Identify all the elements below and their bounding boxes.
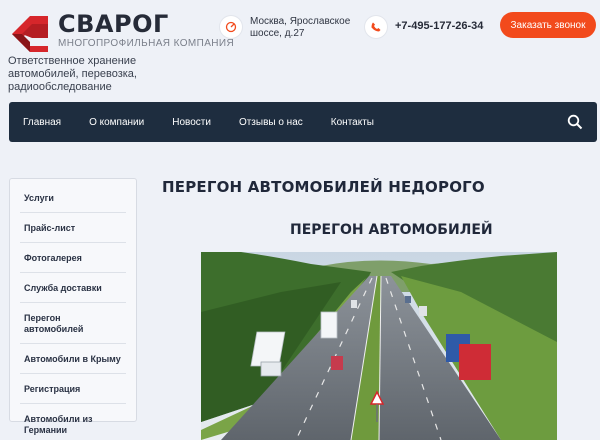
callback-button[interactable]: Заказать звонок bbox=[500, 12, 596, 38]
sidebar-item-delivery[interactable]: Служба доставки bbox=[20, 273, 126, 303]
phone-number[interactable]: +7-495-177-26-34 bbox=[395, 16, 483, 32]
nav-item-about[interactable]: О компании bbox=[89, 117, 144, 128]
nav-item-contacts[interactable]: Контакты bbox=[331, 117, 374, 128]
address-text: Москва, Ярославское шоссе, д.27 bbox=[250, 16, 351, 39]
sidebar-item-registration[interactable]: Регистрация bbox=[20, 374, 126, 404]
sidebar-item-price-list[interactable]: Прайс-лист bbox=[20, 213, 126, 243]
brand-name: СВАРОГ bbox=[58, 10, 169, 38]
page: СВАРОГ МНОГОПРОФИЛЬНАЯ КОМПАНИЯ Ответств… bbox=[0, 0, 600, 440]
page-title: ПЕРЕГОН АВТОМОБИЛЕЙ НЕДОРОГО bbox=[162, 178, 485, 196]
search-icon[interactable] bbox=[567, 114, 583, 130]
main-nav: Главная О компании Новости Отзывы о нас … bbox=[9, 102, 597, 142]
section-heading: ПЕРЕГОН АВТОМОБИЛЕЙ bbox=[290, 222, 493, 238]
sidebar-item-gallery[interactable]: Фотогалерея bbox=[20, 243, 126, 273]
nav-item-news[interactable]: Новости bbox=[172, 117, 211, 128]
location-icon bbox=[220, 16, 242, 38]
brand: СВАРОГ МНОГОПРОФИЛЬНАЯ КОМПАНИЯ bbox=[58, 10, 234, 50]
nav-item-reviews[interactable]: Отзывы о нас bbox=[239, 117, 303, 128]
tagline: Ответственное хранение автомобилей, пере… bbox=[8, 55, 137, 93]
sidebar-item-crimea[interactable]: Автомобили в Крыму bbox=[20, 344, 126, 374]
sidebar-menu: Услуги Прайс-лист Фотогалерея Служба дос… bbox=[9, 178, 137, 435]
sidebar-item-car-transfer[interactable]: Перегон автомобилей bbox=[20, 303, 126, 344]
header: СВАРОГ МНОГОПРОФИЛЬНАЯ КОМПАНИЯ Ответств… bbox=[0, 0, 600, 100]
address-block: Москва, Ярославское шоссе, д.27 bbox=[220, 16, 360, 40]
phone-icon bbox=[365, 16, 387, 38]
logo-icon[interactable] bbox=[8, 12, 52, 56]
phone-block: +7-495-177-26-34 bbox=[365, 16, 483, 38]
sidebar-item-services[interactable]: Услуги bbox=[20, 183, 126, 213]
brand-subtitle: МНОГОПРОФИЛЬНАЯ КОМПАНИЯ bbox=[58, 38, 235, 49]
nav-item-home[interactable]: Главная bbox=[23, 117, 61, 128]
highway-photo bbox=[201, 252, 557, 440]
sidebar-item-germany[interactable]: Автомобили из Германии bbox=[20, 404, 126, 440]
